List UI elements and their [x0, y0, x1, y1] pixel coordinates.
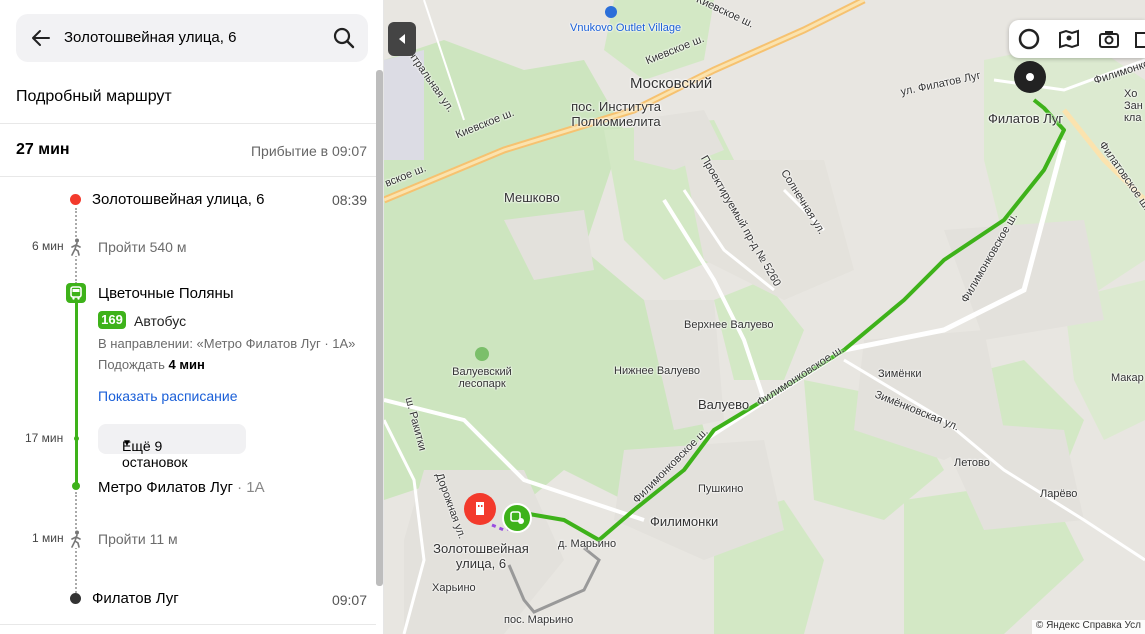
map-label-kla: кла — [1124, 112, 1142, 124]
walk-distance: Пройти 540 м — [98, 239, 187, 255]
schedule-link[interactable]: Показать расписание — [98, 388, 238, 404]
map-label-nizhnee: Нижнее Валуево — [614, 365, 701, 377]
back-arrow-icon[interactable] — [30, 26, 52, 50]
divider — [0, 624, 376, 625]
map-label-moskovsky: Московский — [630, 75, 713, 92]
collapse-panel-button[interactable] — [388, 22, 416, 56]
map-label-verkhnee: Верхнее Валуево — [684, 319, 774, 331]
arrival-time: Прибытие в 09:07 — [250, 143, 367, 159]
alight-stop-dot — [72, 482, 80, 490]
ride-line — [75, 303, 78, 487]
map-label-letovo: Летово — [954, 457, 990, 469]
search-icon[interactable] — [332, 26, 356, 50]
end-marker-icon[interactable] — [1014, 61, 1046, 93]
map-label-valuevsky-park: Валуевский лесопарк — [452, 366, 512, 390]
panel-scrollbar[interactable] — [376, 70, 383, 586]
walk-duration: 1 мин — [32, 531, 64, 545]
alight-stop: Метро Филатов Луг · 1А — [98, 479, 265, 496]
panorama-icon[interactable] — [1057, 27, 1081, 51]
map-label-d-maryino: д. Марьино — [558, 538, 617, 550]
map-layers-bar — [1009, 20, 1145, 58]
board-stop-name: Цветочные Поляны — [98, 285, 234, 302]
alight-platform: · 1А — [237, 479, 265, 496]
divider — [0, 123, 376, 124]
wait-label: Подождать 4 мин — [98, 357, 205, 372]
ride-duration: 17 мин — [25, 431, 64, 445]
wait-prefix: Подождать — [98, 357, 165, 372]
route-duration: 27 мин — [16, 141, 70, 158]
map-label-zimenki: Зимёнки — [878, 368, 922, 380]
start-marker-icon[interactable] — [464, 493, 496, 525]
route-panel: Золотошвейная улица, 6 Подробный маршрут… — [0, 0, 384, 634]
more-layers-icon[interactable] — [1133, 27, 1145, 51]
walk-duration: 6 мин — [32, 239, 64, 253]
end-time: 09:07 — [331, 592, 367, 608]
search-input[interactable]: Золотошвейная улица, 6 — [64, 29, 236, 46]
map-label-filimonki: Филимонки — [650, 514, 719, 529]
wait-value: 4 мин — [168, 357, 205, 372]
search-box[interactable]: Золотошвейная улица, 6 — [16, 14, 368, 62]
bus-icon — [66, 283, 86, 303]
map-label-polio: пос. Института Полиомиелита — [571, 99, 661, 129]
bus-stop-marker-icon[interactable] — [502, 503, 532, 533]
walk-distance: Пройти 11 м — [98, 531, 178, 547]
direction-text: В направлении: «Метро Филатов Луг · 1А» — [98, 336, 356, 351]
map[interactable]: Vnukovo Outlet Village Московский пос. И… — [384, 0, 1145, 634]
map-label-pos-maryino: пос. Марьино — [504, 614, 574, 626]
map-label-meshkovo: Мешково — [504, 190, 560, 205]
camera-icon[interactable] — [1097, 27, 1121, 51]
page-title: Подробный маршрут — [16, 88, 172, 105]
intermediate-stop-dot — [74, 436, 79, 441]
map-canvas — [384, 0, 1145, 634]
map-label-vnukovo[interactable]: Vnukovo Outlet Village — [570, 22, 681, 34]
route-number-badge[interactable]: 169 — [98, 311, 126, 329]
start-point-icon — [70, 194, 81, 205]
map-footer[interactable]: © Яндекс Справка Усл — [1031, 620, 1145, 634]
map-label-kho: Хо — [1124, 88, 1138, 100]
start-address: Золотошвейная улица, 6 — [92, 191, 265, 208]
start-time: 08:39 — [331, 192, 367, 208]
route-type: Автобус — [134, 313, 187, 329]
map-label-valuevo: Валуево — [698, 397, 750, 412]
divider — [0, 176, 376, 177]
end-point-icon — [70, 593, 81, 604]
traffic-layer-icon[interactable] — [1017, 27, 1041, 51]
map-label-zan: Зан — [1124, 100, 1143, 112]
walk-icon — [69, 238, 83, 256]
map-label-kharyno: Харьино — [432, 582, 476, 594]
chevron-down-icon: ▼ — [122, 438, 132, 449]
map-label-larevo: Ларёво — [1040, 488, 1078, 500]
map-label-makar: Макар — [1111, 372, 1144, 384]
alight-stop-name: Метро Филатов Луг — [98, 479, 233, 496]
more-stops-button[interactable]: Ещё 9 остановок ▼ — [98, 424, 246, 470]
walk-icon — [69, 530, 83, 548]
map-label-pushkino: Пушкино — [698, 483, 744, 495]
end-address: Филатов Луг — [92, 590, 179, 607]
map-label-destination: Золотошвейная улица, 6 — [433, 541, 529, 571]
map-label-filatov-lug: Филатов Луг — [988, 111, 1064, 126]
